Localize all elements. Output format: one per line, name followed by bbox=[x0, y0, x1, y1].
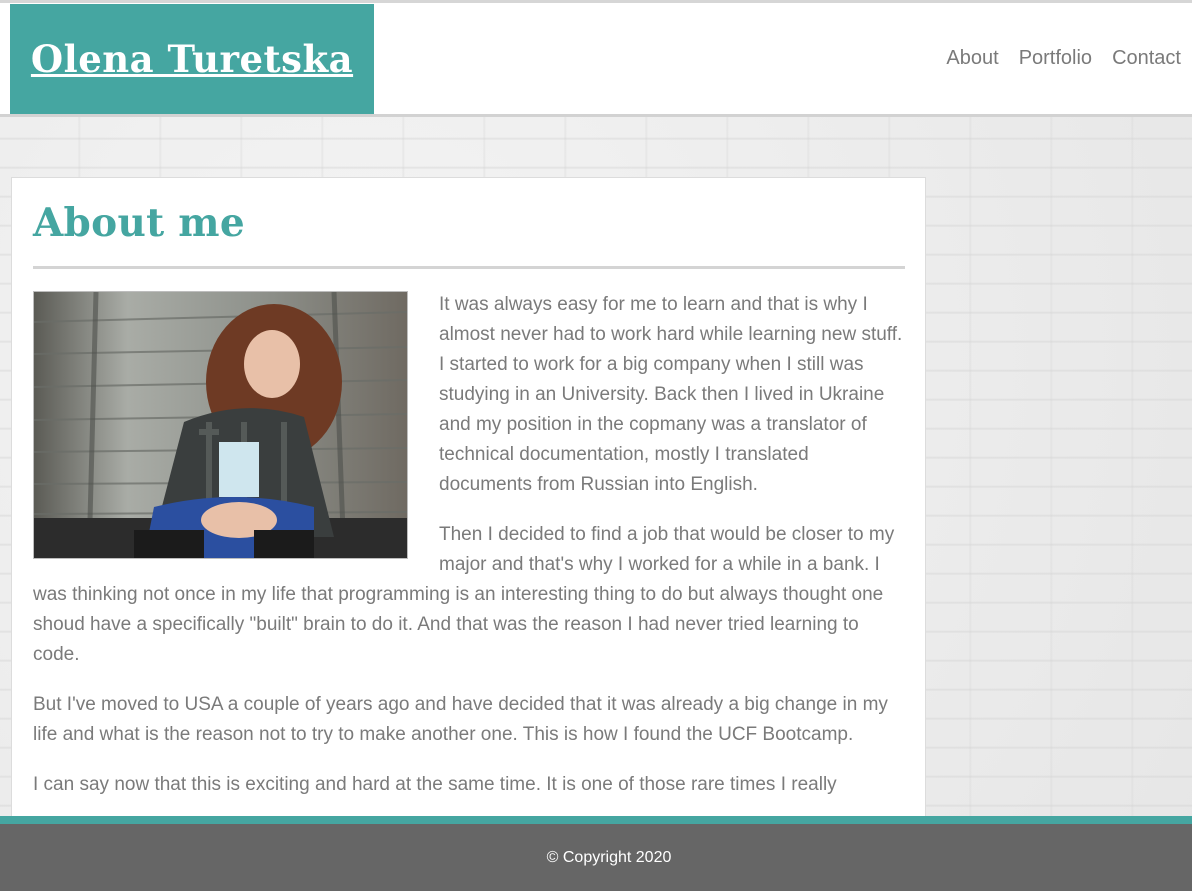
copyright-text: © Copyright 2020 bbox=[546, 848, 672, 866]
about-content: It was always easy for me to learn and t… bbox=[33, 290, 903, 820]
page-title: About me bbox=[33, 200, 245, 246]
paragraph-4: I can say now that this is exciting and … bbox=[33, 774, 837, 795]
title-divider bbox=[33, 266, 905, 269]
nav-link-contact[interactable]: Contact bbox=[1112, 47, 1181, 70]
nav-link-about[interactable]: About bbox=[946, 47, 998, 70]
paragraph-3: But I've moved to USA a couple of years … bbox=[33, 694, 888, 745]
main-nav: About Portfolio Contact bbox=[946, 47, 1181, 70]
footer-accent-stripe bbox=[0, 816, 1192, 824]
site-header: Olena Turetska About Portfolio Contact bbox=[0, 3, 1192, 117]
nav-link-portfolio[interactable]: Portfolio bbox=[1019, 47, 1092, 70]
site-footer: © Copyright 2020 bbox=[0, 824, 1192, 891]
profile-photo-image bbox=[34, 292, 407, 558]
brand-link[interactable]: Olena Turetska bbox=[31, 37, 353, 81]
about-card: About me It was always easy for me to le… bbox=[11, 177, 926, 839]
profile-photo bbox=[33, 291, 408, 559]
brand-block: Olena Turetska bbox=[10, 4, 374, 114]
